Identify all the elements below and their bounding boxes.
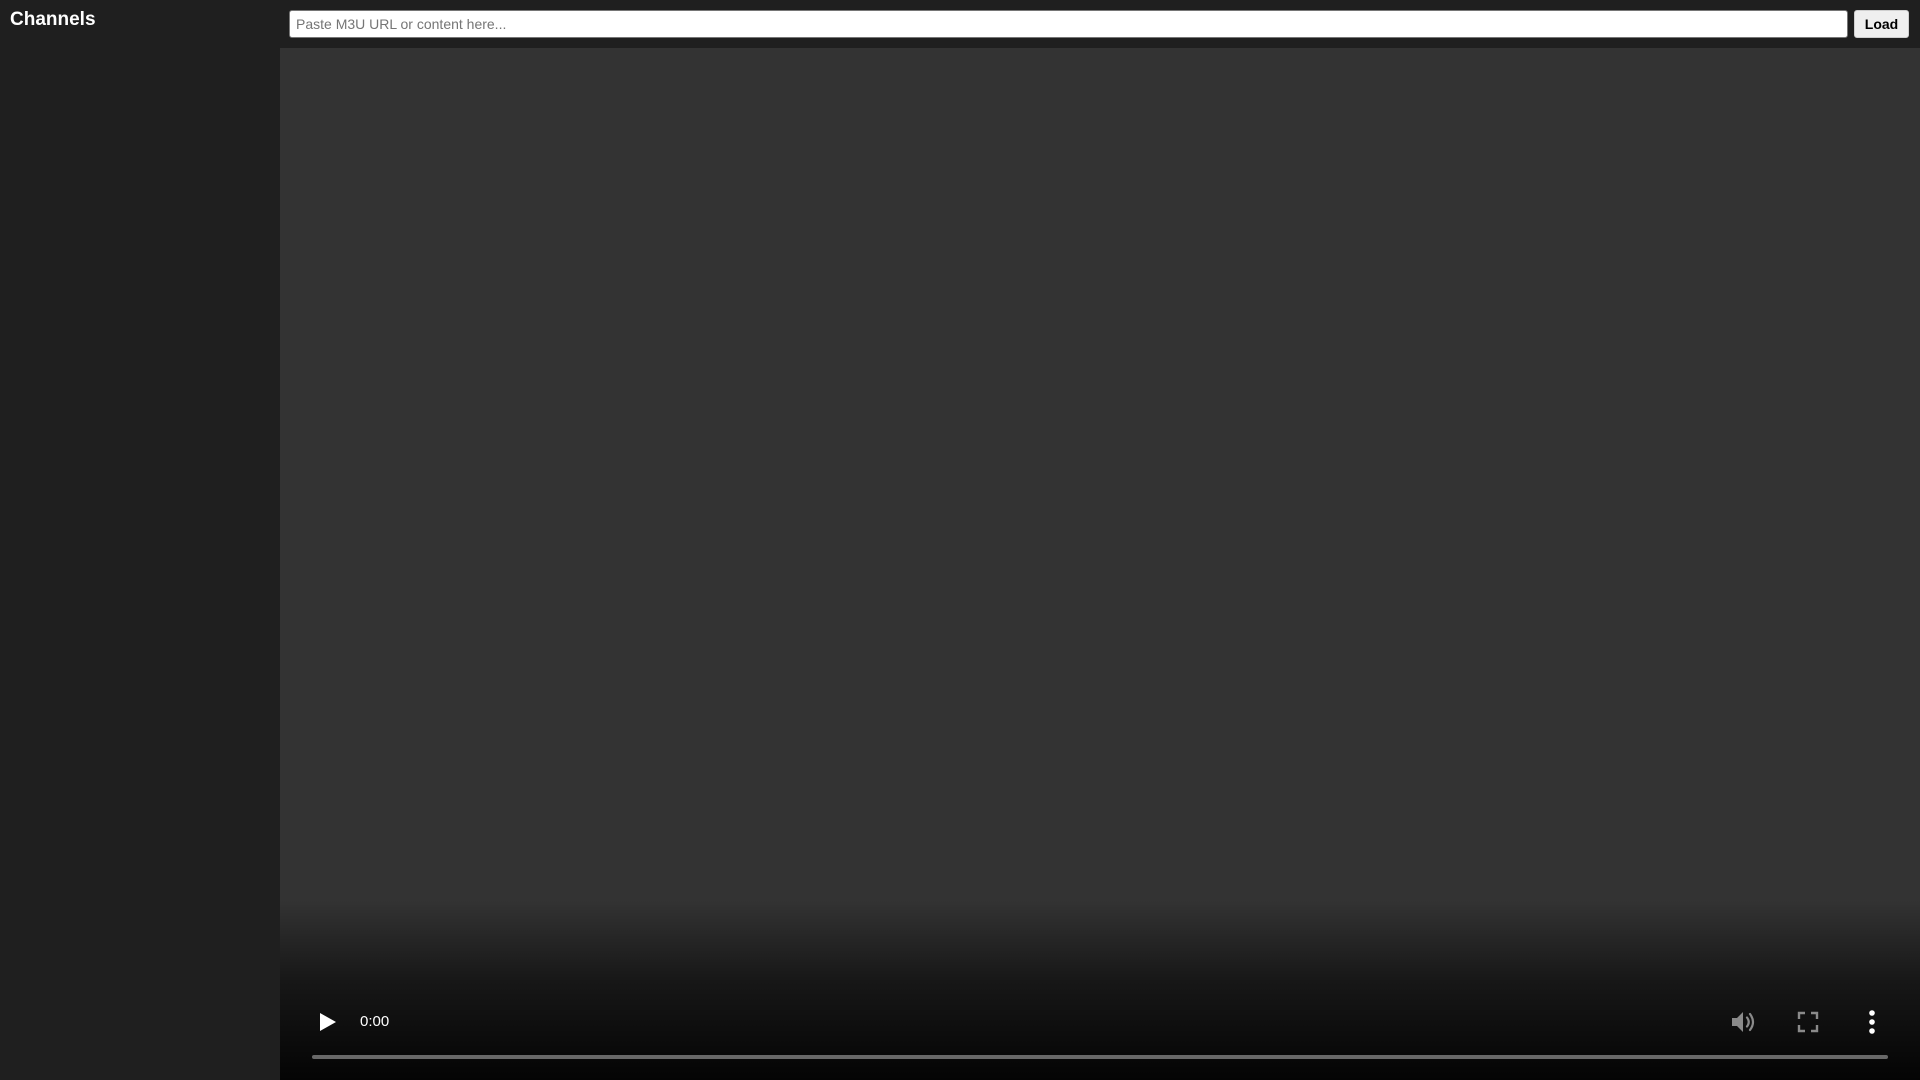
main-panel: Load 0:00: [280, 0, 1920, 1080]
more-options-button[interactable]: [1856, 1006, 1888, 1038]
fullscreen-button[interactable]: [1792, 1006, 1824, 1038]
sidebar: Channels: [0, 0, 280, 1080]
volume-icon: [1732, 1012, 1755, 1032]
sidebar-title: Channels: [10, 9, 96, 30]
video-player[interactable]: 0:00: [280, 48, 1920, 1080]
progress-bar[interactable]: [312, 1055, 1888, 1059]
m3u-input[interactable]: [289, 10, 1848, 38]
mute-button[interactable]: [1728, 1006, 1760, 1038]
play-icon: [320, 1013, 336, 1031]
channel-list: [0, 44, 280, 1080]
fullscreen-icon: [1797, 1011, 1819, 1033]
load-button[interactable]: Load: [1854, 10, 1909, 38]
current-time: 0:00: [360, 1013, 390, 1030]
play-button[interactable]: [314, 1008, 342, 1036]
controls-gradient: [280, 900, 1920, 1080]
more-vertical-icon: [1869, 1010, 1875, 1034]
app-root: Channels Load 0:00: [0, 0, 1920, 1080]
